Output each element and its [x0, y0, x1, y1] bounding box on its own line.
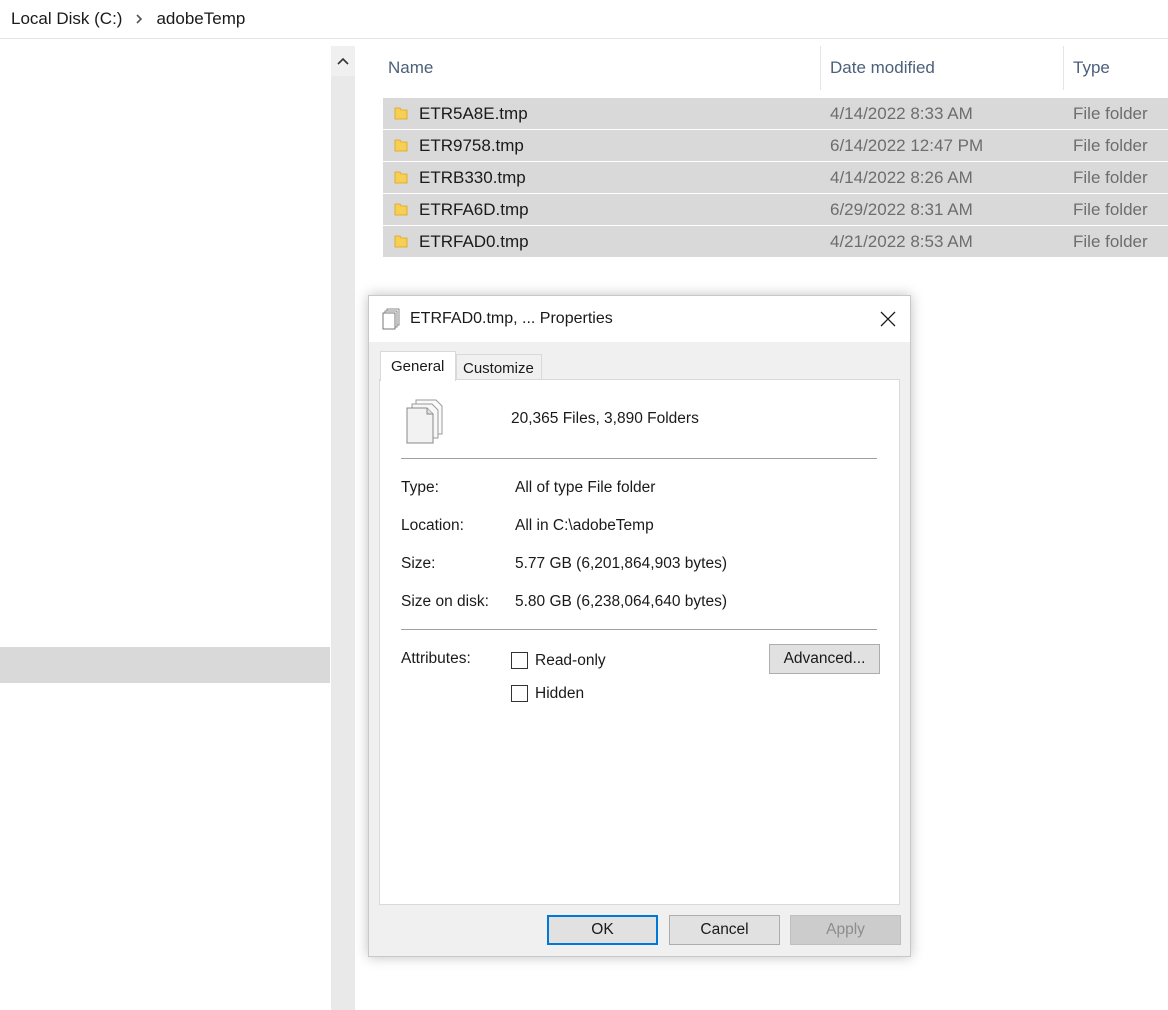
- file-count-summary: 20,365 Files, 3,890 Folders: [511, 410, 699, 427]
- file-type: File folder: [1073, 104, 1148, 123]
- divider: [401, 458, 877, 459]
- file-row[interactable]: ETR9758.tmp 6/14/2022 12:47 PM File fold…: [383, 130, 1168, 161]
- dialog-titlebar[interactable]: ETRFAD0.tmp, ... Properties: [369, 296, 910, 342]
- divider: [401, 629, 877, 630]
- read-only-label[interactable]: Read-only: [535, 652, 606, 670]
- properties-dialog: ETRFAD0.tmp, ... Properties General Cust…: [368, 295, 911, 957]
- folder-icon: [394, 235, 408, 248]
- nav-selected-item[interactable]: [0, 647, 330, 683]
- scroll-up-button[interactable]: [331, 46, 355, 76]
- breadcrumb: Local Disk (C:) adobeTemp: [0, 0, 1168, 39]
- file-type: File folder: [1073, 232, 1148, 251]
- column-header-date-modified[interactable]: Date modified: [830, 46, 935, 90]
- apply-button[interactable]: Apply: [790, 915, 901, 945]
- file-type: File folder: [1073, 168, 1148, 187]
- size-on-disk-label: Size on disk:: [401, 593, 489, 610]
- file-date: 4/14/2022 8:26 AM: [830, 168, 973, 187]
- attributes-label: Attributes:: [401, 650, 471, 667]
- file-row[interactable]: ETRFA6D.tmp 6/29/2022 8:31 AM File folde…: [383, 194, 1168, 225]
- size-on-disk-value: 5.80 GB (6,238,064,640 bytes): [515, 593, 727, 610]
- vertical-scrollbar[interactable]: [331, 46, 355, 1010]
- chevron-right-icon[interactable]: [134, 12, 144, 26]
- dialog-title: ETRFAD0.tmp, ... Properties: [410, 310, 613, 327]
- close-button[interactable]: [865, 296, 910, 342]
- size-label: Size:: [401, 555, 436, 572]
- file-type: File folder: [1073, 136, 1148, 155]
- column-divider[interactable]: [820, 46, 821, 90]
- breadcrumb-item-adobetemp[interactable]: adobeTemp: [156, 9, 245, 29]
- file-row[interactable]: ETRFAD0.tmp 4/21/2022 8:53 AM File folde…: [383, 226, 1168, 257]
- navigation-pane: [0, 40, 330, 1010]
- file-row[interactable]: ETRB330.tmp 4/14/2022 8:26 AM File folde…: [383, 162, 1168, 193]
- file-name: ETR9758.tmp: [419, 136, 524, 155]
- file-date: 4/21/2022 8:53 AM: [830, 232, 973, 251]
- general-tab-panel: 20,365 Files, 3,890 Folders Type: All of…: [379, 379, 900, 905]
- folder-icon: [394, 139, 408, 152]
- advanced-button[interactable]: Advanced...: [769, 644, 880, 674]
- folder-icon: [394, 107, 408, 120]
- type-value: All of type File folder: [515, 479, 656, 496]
- file-date: 6/14/2022 12:47 PM: [830, 136, 984, 155]
- read-only-checkbox[interactable]: [511, 652, 528, 669]
- location-value: All in C:\adobeTemp: [515, 517, 654, 534]
- column-header-type[interactable]: Type: [1073, 46, 1110, 90]
- file-name: ETRFAD0.tmp: [419, 232, 529, 251]
- multiple-files-icon: [382, 308, 400, 330]
- hidden-label[interactable]: Hidden: [535, 685, 584, 703]
- file-name: ETR5A8E.tmp: [419, 104, 528, 123]
- file-date: 6/29/2022 8:31 AM: [830, 200, 973, 219]
- ok-button[interactable]: OK: [547, 915, 658, 945]
- file-type: File folder: [1073, 200, 1148, 219]
- column-header-name[interactable]: Name: [388, 46, 433, 90]
- chevron-up-icon: [337, 57, 349, 65]
- file-row[interactable]: ETR5A8E.tmp 4/14/2022 8:33 AM File folde…: [383, 98, 1168, 129]
- tab-general[interactable]: General: [380, 351, 456, 381]
- cancel-button[interactable]: Cancel: [669, 915, 780, 945]
- hidden-checkbox[interactable]: [511, 685, 528, 702]
- size-value: 5.77 GB (6,201,864,903 bytes): [515, 555, 727, 572]
- tab-customize[interactable]: Customize: [456, 354, 542, 380]
- folder-icon: [394, 203, 408, 216]
- breadcrumb-item-local-disk[interactable]: Local Disk (C:): [11, 9, 122, 29]
- folder-icon: [394, 171, 408, 184]
- column-divider[interactable]: [1063, 46, 1064, 90]
- close-icon: [880, 311, 895, 327]
- type-label: Type:: [401, 479, 439, 496]
- location-label: Location:: [401, 517, 464, 534]
- file-name: ETRB330.tmp: [419, 168, 526, 187]
- file-date: 4/14/2022 8:33 AM: [830, 104, 973, 123]
- multiple-files-icon: [406, 399, 443, 444]
- file-name: ETRFA6D.tmp: [419, 200, 529, 219]
